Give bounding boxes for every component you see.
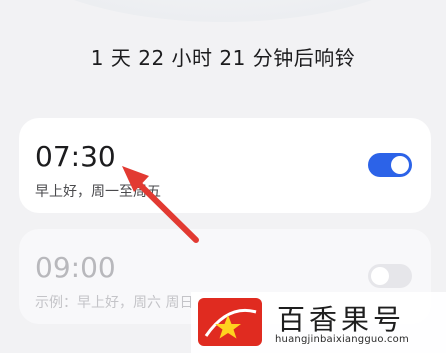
alarm-time: 09:00 bbox=[35, 251, 116, 284]
alarm-time: 07:30 bbox=[35, 140, 116, 173]
alarm-toggle[interactable] bbox=[368, 264, 412, 288]
watermark-title: 百香果号 bbox=[277, 303, 406, 336]
toggle-knob bbox=[371, 267, 389, 285]
alarm-description: 示例：早上好，周六 周日 bbox=[35, 295, 194, 311]
alarm-card[interactable]: 07:30 早上好，周一至周五 bbox=[19, 118, 431, 213]
watermark: 百香果号 huangjinbaixiangguo.com bbox=[191, 292, 446, 353]
watermark-logo bbox=[198, 298, 262, 346]
countdown-text: 1 天 22 小时 21 分钟后响铃 bbox=[90, 46, 356, 70]
watermark-url: huangjinbaixiangguo.com bbox=[275, 334, 409, 345]
star-icon bbox=[204, 309, 257, 339]
toggle-knob bbox=[391, 156, 409, 174]
alarm-description: 早上好，周一至周五 bbox=[35, 184, 161, 200]
clock-dial-edge bbox=[0, 0, 446, 22]
alarm-toggle[interactable] bbox=[368, 153, 412, 177]
